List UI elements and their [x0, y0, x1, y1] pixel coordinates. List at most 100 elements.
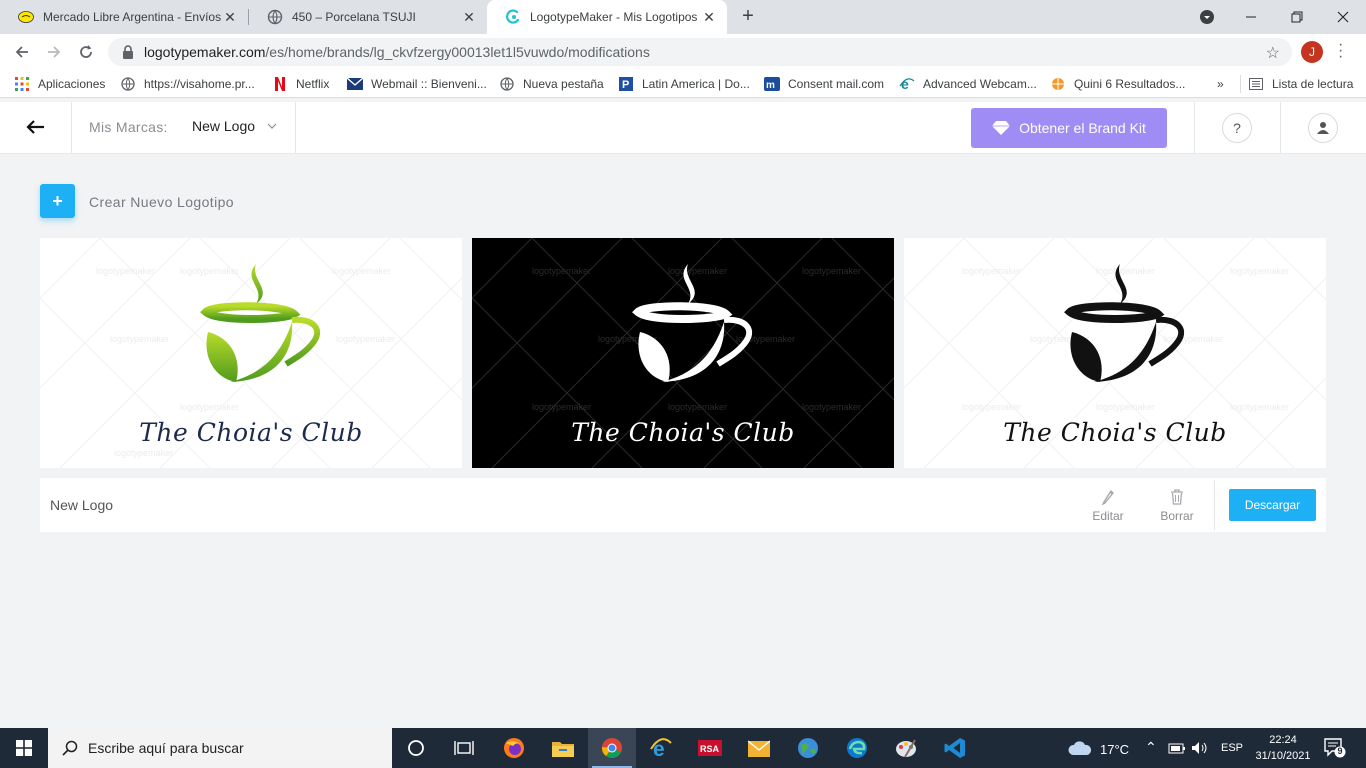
battery-icon[interactable]	[1168, 741, 1186, 760]
apps-grid-icon	[14, 76, 30, 92]
tab-title: 450 – Porcelana TSUJI	[292, 10, 416, 24]
volume-icon[interactable]	[1191, 741, 1209, 760]
create-logo-button[interactable]: +	[40, 184, 75, 218]
bookmark-webmail[interactable]: Webmail :: Bienveni...	[347, 76, 487, 92]
bookmark-label: Latin America | Do...	[642, 77, 750, 91]
header-divider	[1194, 102, 1195, 154]
browser-tab-mercadolibre[interactable]: Mercado Libre Argentina - Envíos ✕	[0, 0, 248, 34]
url-host: logotypemaker.com	[144, 44, 266, 60]
bookmarks-bar: Aplicaciones https://visahome.pr... Netf…	[0, 70, 1366, 98]
paint-icon[interactable]	[882, 728, 930, 768]
logo-preview-mono[interactable]: logotypemaker logotypemaker logotypemake…	[904, 238, 1326, 468]
brand-dropdown[interactable]: New Logo	[192, 118, 277, 134]
bookmark-quini6[interactable]: Quini 6 Resultados...	[1050, 76, 1185, 92]
chrome-icon[interactable]	[588, 728, 636, 768]
watermark-text: logotypemaker	[532, 266, 592, 276]
profile-avatar[interactable]: J	[1301, 41, 1323, 63]
cloud-weather-icon[interactable]	[1068, 739, 1092, 762]
forward-nav-icon[interactable]	[42, 40, 66, 64]
bookmark-netflix[interactable]: Netflix	[272, 76, 329, 92]
notifications-icon[interactable]: 9	[1324, 738, 1346, 763]
firefox-icon[interactable]	[490, 728, 538, 768]
taskbar-clock[interactable]: 22:24 31/10/2021	[1248, 732, 1318, 764]
reload-icon[interactable]	[74, 40, 98, 64]
task-view-icon[interactable]	[440, 728, 488, 768]
edge-icon[interactable]	[833, 728, 881, 768]
ball-icon	[1050, 76, 1066, 92]
close-window-button[interactable]	[1320, 0, 1366, 34]
bookmark-divider	[1240, 75, 1241, 93]
tab-title: LogotypeMaker - Mis Logotipos	[530, 10, 698, 24]
globe-icon	[499, 76, 515, 92]
user-account-button[interactable]	[1308, 113, 1338, 143]
file-explorer-icon[interactable]	[539, 728, 587, 768]
windows-start-icon[interactable]	[0, 728, 48, 768]
diamond-icon	[992, 121, 1011, 135]
globe-app-icon[interactable]	[784, 728, 832, 768]
user-icon	[1317, 122, 1329, 134]
new-tab-button[interactable]: +	[738, 5, 758, 29]
watermark-text: logotypemaker	[332, 266, 392, 276]
close-tab-icon[interactable]: ✕	[461, 9, 477, 26]
tray-chevron-up-icon[interactable]: ⌃	[1145, 739, 1157, 756]
bookmark-advanced-webcam[interactable]: e Advanced Webcam...	[899, 76, 1037, 92]
bookmark-visahome[interactable]: https://visahome.pr...	[120, 76, 255, 92]
watermark-text: logotypemaker	[336, 334, 396, 344]
reading-list-icon	[1248, 76, 1264, 92]
tab-title: Mercado Libre Argentina - Envíos	[43, 10, 222, 24]
logo-title: The Choia's Club	[139, 418, 363, 447]
browser-tab-logotypemaker[interactable]: LogotypeMaker - Mis Logotipos ✕	[487, 0, 727, 34]
back-arrow-icon[interactable]	[22, 114, 48, 140]
logo-name: New Logo	[50, 497, 114, 513]
weather-temp[interactable]: 17°C	[1100, 742, 1129, 757]
create-logo-label[interactable]: Crear Nuevo Logotipo	[89, 194, 234, 210]
minimize-button[interactable]	[1228, 0, 1274, 34]
edit-button[interactable]: Editar	[1083, 488, 1133, 523]
restore-button[interactable]	[1274, 0, 1320, 34]
bookmark-star-icon[interactable]: ☆	[1266, 43, 1280, 63]
reading-list-label: Lista de lectura	[1272, 77, 1354, 91]
vscode-icon[interactable]	[931, 728, 979, 768]
clock-time: 22:24	[1269, 734, 1297, 746]
bookmark-apps[interactable]: Aplicaciones	[14, 76, 105, 92]
watermark-text: logotypemaker	[1230, 402, 1290, 412]
close-tab-icon[interactable]: ✕	[222, 9, 238, 26]
brand-kit-label: Obtener el Brand Kit	[1019, 120, 1146, 136]
browser-tab-porcelana[interactable]: 450 – Porcelana TSUJI ✕	[249, 0, 487, 34]
url-path: /es/home/brands/lg_ckvfzergy00013let1l5v…	[265, 44, 650, 60]
bookmark-label: https://visahome.pr...	[144, 77, 255, 91]
bookmark-nueva-pestana[interactable]: Nueva pestaña	[499, 76, 604, 92]
download-button[interactable]: Descargar	[1229, 489, 1316, 521]
bookmark-consent-mail[interactable]: m Consent mail.com	[764, 76, 884, 92]
logo-preview-inverted[interactable]: logotypemaker logotypemaker logotypemake…	[472, 238, 894, 468]
brand-kit-button[interactable]: Obtener el Brand Kit	[971, 108, 1167, 148]
watermark-text: logotypemaker	[532, 402, 592, 412]
mail-app-icon[interactable]	[735, 728, 783, 768]
watermark-text: logotypemaker	[96, 266, 156, 276]
coffee-cup-leaf-icon	[1064, 264, 1185, 382]
rsa-token-icon[interactable]: RSA	[686, 728, 734, 768]
bookmark-latin-america[interactable]: P Latin America | Do...	[618, 76, 750, 92]
watermark-text: logotypemaker	[1096, 402, 1156, 412]
cortana-icon[interactable]	[392, 728, 440, 768]
back-nav-icon[interactable]	[10, 40, 34, 64]
bookmark-label: Webmail :: Bienveni...	[371, 77, 487, 91]
taskbar-search-box[interactable]: Escribe aquí para buscar	[48, 728, 392, 768]
watermark-text: logotypemaker	[962, 266, 1022, 276]
logotypemaker-icon	[505, 9, 521, 25]
bookmarks-overflow-icon[interactable]: »	[1217, 76, 1224, 92]
brands-label: Mis Marcas:	[89, 119, 168, 135]
logo-title: The Choia's Club	[571, 418, 795, 447]
input-language[interactable]: ESP	[1221, 742, 1243, 754]
delete-button[interactable]: Borrar	[1152, 488, 1202, 523]
help-button[interactable]: ?	[1222, 113, 1252, 143]
logo-title: The Choia's Club	[1003, 418, 1227, 447]
logo-preview-color[interactable]: logotypemaker logotypemaker logotypemake…	[40, 238, 462, 468]
address-bar[interactable]: logotypemaker.com/es/home/brands/lg_ckvf…	[108, 38, 1292, 66]
internet-explorer-icon[interactable]: e	[637, 728, 685, 768]
clock-date: 31/10/2021	[1255, 750, 1311, 762]
close-tab-icon[interactable]: ✕	[701, 9, 717, 26]
browser-menu-icon[interactable]: · · ·	[1338, 37, 1343, 65]
reading-list-button[interactable]: Lista de lectura	[1248, 76, 1353, 92]
tab-search-button[interactable]	[1184, 0, 1230, 34]
